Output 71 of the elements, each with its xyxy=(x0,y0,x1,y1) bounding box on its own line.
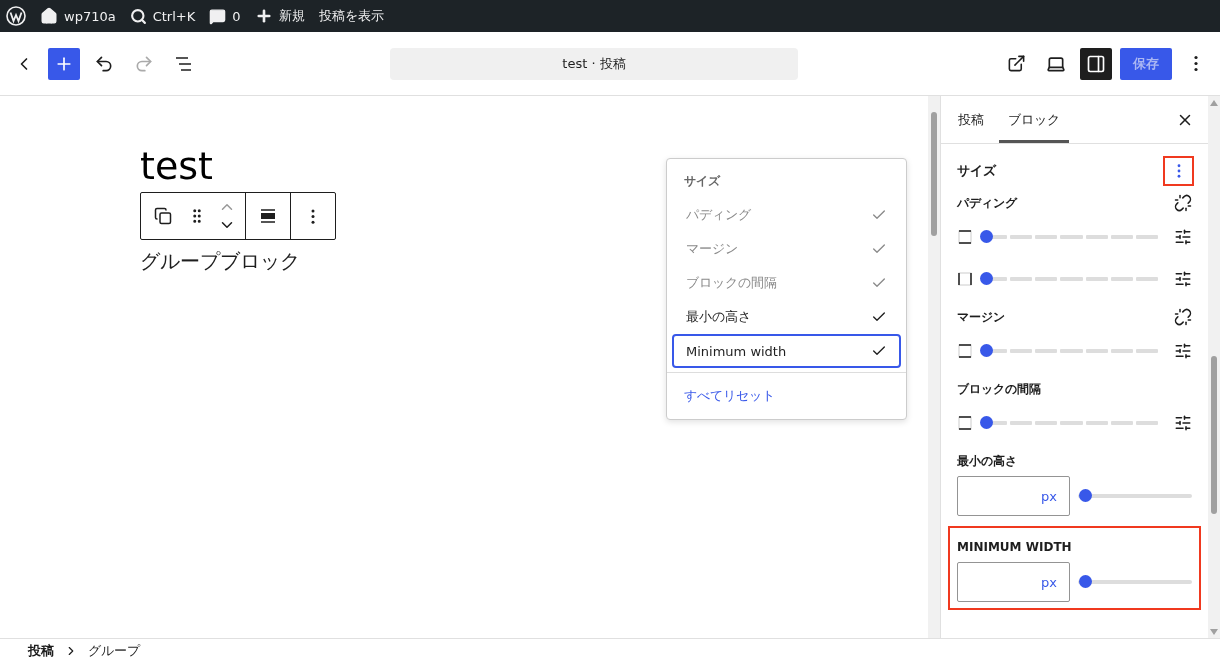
slider-track[interactable] xyxy=(1078,489,1192,503)
side-icon xyxy=(957,415,973,431)
comment-icon xyxy=(209,7,227,25)
admin-bar-link[interactable]: wp710a xyxy=(64,8,116,24)
slider-thumb[interactable] xyxy=(980,416,993,429)
sidebar-tab[interactable]: ブロック xyxy=(999,96,1069,143)
custom-values-button[interactable] xyxy=(1174,342,1192,360)
reset-all-button[interactable]: すべてリセット xyxy=(672,381,787,411)
admin-bar-link[interactable]: 投稿を表示 xyxy=(318,7,384,25)
slider-thumb[interactable] xyxy=(1079,489,1092,502)
section-label: パディング xyxy=(957,194,1017,212)
more-icon xyxy=(1176,164,1181,178)
sidebar-toggle-button[interactable] xyxy=(1080,47,1112,80)
breadcrumb-link[interactable]: 投稿 xyxy=(28,642,54,660)
search-icon xyxy=(129,7,147,25)
link-button[interactable] xyxy=(1174,194,1192,212)
unlink-icon xyxy=(1174,308,1192,326)
unlink-icon xyxy=(1174,194,1192,212)
section-label: 最小の高さ xyxy=(957,452,1017,470)
home-icon xyxy=(40,7,58,25)
sliders-icon xyxy=(1174,228,1192,246)
link-button[interactable] xyxy=(1174,308,1192,326)
more-icon xyxy=(311,208,315,224)
sidebar-tab[interactable]: 投稿 xyxy=(949,96,993,143)
sliders-icon xyxy=(1174,414,1192,432)
panel-options-button[interactable] xyxy=(1163,156,1194,186)
logo-icon[interactable] xyxy=(6,6,26,26)
sidebar-icon xyxy=(1086,53,1106,74)
custom-values-button[interactable] xyxy=(1174,270,1192,288)
slider-track[interactable] xyxy=(979,230,1158,244)
number-input-field[interactable]: px xyxy=(957,476,1070,516)
menu-item[interactable]: Minimum width xyxy=(672,334,901,368)
post-title[interactable]: test xyxy=(140,144,213,188)
side-icon xyxy=(957,271,973,287)
scrollbar[interactable] xyxy=(1208,96,1220,638)
sliders-icon xyxy=(1174,342,1192,360)
section-label: ブロックの間隔 xyxy=(957,380,1041,398)
undo-icon xyxy=(94,53,114,74)
unit-label[interactable]: px xyxy=(1041,488,1057,504)
more-icon xyxy=(1194,55,1198,72)
scrollbar[interactable] xyxy=(928,96,940,638)
side-icon xyxy=(957,343,973,359)
slider-track[interactable] xyxy=(979,272,1158,286)
slider-track[interactable] xyxy=(979,344,1158,358)
section-label: MINIMUM WIDTH xyxy=(957,540,1072,554)
align-icon xyxy=(259,207,277,225)
unit-label[interactable]: px xyxy=(1041,574,1057,590)
slider-track[interactable] xyxy=(1078,575,1192,589)
side-icon xyxy=(957,229,973,245)
redo-icon xyxy=(134,53,154,74)
custom-values-button[interactable] xyxy=(1174,414,1192,432)
number-input-field[interactable]: px xyxy=(957,562,1070,602)
menu-title: サイズ xyxy=(683,173,722,190)
admin-bar-link[interactable]: Ctrl+K xyxy=(152,8,196,24)
document-title[interactable]: test · 投稿 xyxy=(390,47,798,80)
panel-title: サイズ xyxy=(957,162,996,180)
section-label: マージン xyxy=(957,308,1005,326)
slider-thumb[interactable] xyxy=(980,272,993,285)
slider-track[interactable] xyxy=(979,416,1158,430)
admin-bar-link[interactable]: 0 xyxy=(232,8,241,24)
external-link-icon xyxy=(1006,54,1026,73)
slider-thumb[interactable] xyxy=(980,230,993,243)
admin-bar-link[interactable]: 新規 xyxy=(278,7,305,25)
slider-thumb[interactable] xyxy=(980,344,993,357)
breadcrumb-link[interactable]: グループ xyxy=(88,642,140,660)
group-icon xyxy=(154,207,172,225)
sliders-icon xyxy=(1174,270,1192,288)
paragraph-text[interactable]: グループブロック xyxy=(140,248,300,275)
slider-thumb[interactable] xyxy=(1079,575,1092,588)
add-block-button[interactable] xyxy=(48,47,80,80)
custom-values-button[interactable] xyxy=(1174,228,1192,246)
